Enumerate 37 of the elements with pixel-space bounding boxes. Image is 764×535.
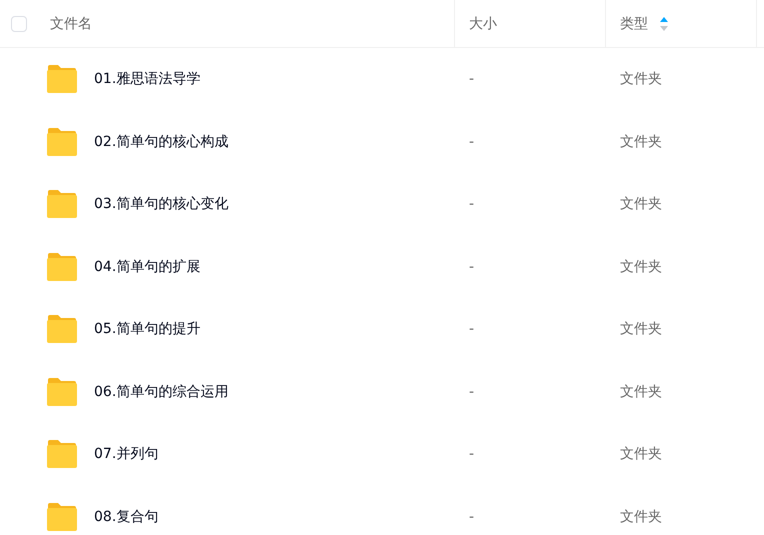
file-size: - (469, 321, 474, 338)
file-size: - (469, 446, 474, 462)
file-name[interactable]: 01.雅思语法导学 (94, 70, 200, 88)
file-size: - (469, 384, 474, 400)
folder-icon (46, 502, 78, 531)
folder-icon (46, 440, 78, 468)
file-type: 文件夹 (620, 70, 662, 88)
file-type: 文件夹 (620, 508, 662, 526)
file-name[interactable]: 06.简单句的综合运用 (94, 382, 228, 401)
file-type: 文件夹 (620, 132, 662, 151)
folder-icon (46, 190, 78, 218)
file-type: 文件夹 (620, 258, 662, 276)
file-size: - (469, 508, 474, 525)
folder-icon (46, 252, 78, 281)
file-size: - (469, 134, 474, 150)
file-type: 文件夹 (620, 445, 662, 464)
file-type: 文件夹 (620, 195, 662, 214)
file-name[interactable]: 02.简单句的核心构成 (94, 132, 228, 151)
file-size: - (469, 71, 474, 88)
file-size: - (469, 196, 474, 212)
file-name[interactable]: 03.简单句的核心变化 (94, 195, 228, 214)
file-name[interactable]: 08.复合句 (94, 508, 158, 526)
column-header[interactable]: 类型 (620, 14, 648, 32)
file-name[interactable]: 05.简单句的提升 (94, 320, 200, 338)
file-name[interactable]: 07.并列句 (94, 445, 158, 464)
folder-icon (46, 128, 78, 156)
sort-icon[interactable] (660, 16, 668, 30)
file-type: 文件夹 (620, 320, 662, 338)
folder-icon (46, 65, 78, 94)
file-size: - (469, 258, 474, 275)
column-header[interactable]: 大小 (469, 14, 497, 32)
select-all-checkbox[interactable] (11, 16, 27, 32)
folder-icon (46, 315, 78, 344)
file-name[interactable]: 04.简单句的扩展 (94, 258, 200, 276)
file-type: 文件夹 (620, 382, 662, 401)
folder-icon (46, 378, 78, 406)
column-header[interactable]: 文件名 (50, 14, 92, 32)
